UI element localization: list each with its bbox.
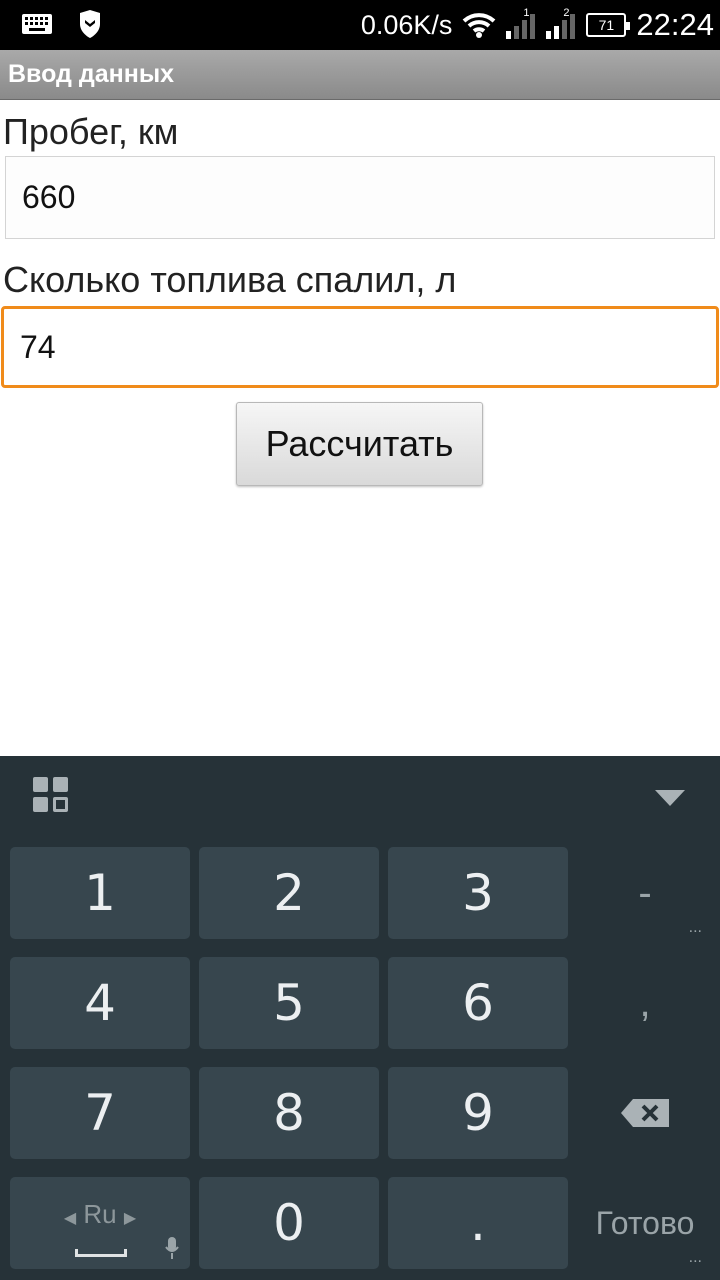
sim1-label: 1 [523,7,530,19]
microphone-icon [165,1237,179,1259]
language-space-key[interactable]: ◀ Ru ▶ [10,1177,190,1269]
key-2[interactable]: 2 [199,847,379,939]
key-5[interactable]: 5 [199,957,379,1049]
battery-icon: 71 [586,13,631,37]
numeric-keyboard: 1 2 3 - ... 4 5 6 , 7 8 9 ◀ Ru ▶ 0 . Гот… [0,756,720,1280]
shield-icon [80,10,100,38]
backspace-icon [621,1099,669,1127]
mileage-input[interactable]: 660 [5,156,715,239]
fuel-label: Сколько топлива спалил, л [3,259,457,300]
keyboard-menu-icon[interactable] [33,777,69,813]
more-dots: ... [688,1249,702,1266]
fuel-input[interactable]: 74 [1,306,719,388]
battery-level: 71 [598,17,615,33]
more-dots: ... [688,919,702,936]
key-7[interactable]: 7 [10,1067,190,1159]
key-0[interactable]: 0 [199,1177,379,1269]
key-1[interactable]: 1 [10,847,190,939]
key-3[interactable]: 3 [388,847,568,939]
signal-icon [506,14,536,39]
key-6[interactable]: 6 [388,957,568,1049]
key-8[interactable]: 8 [199,1067,379,1159]
language-switch: ◀ Ru ▶ [10,1199,190,1230]
status-bar: 0.06K/s 1 2 71 22:24 [0,0,720,50]
key-minus[interactable]: - ... [580,847,710,939]
key-period[interactable]: . [388,1177,568,1269]
sim2-label: 2 [563,7,570,19]
backspace-key[interactable] [580,1067,710,1159]
hide-keyboard-icon[interactable] [655,790,685,806]
signal-sim1: 1 [506,7,536,39]
mileage-label: Пробег, км [3,111,179,152]
spacebar-icon [75,1249,127,1257]
clock: 22:24 [636,7,714,42]
done-key[interactable]: Готово ... [580,1177,710,1269]
key-9[interactable]: 9 [388,1067,568,1159]
page-title: Ввод данных [8,60,175,88]
key-4[interactable]: 4 [10,957,190,1049]
chevron-left-icon: ◀ [63,1210,77,1227]
done-label: Готово [595,1204,695,1241]
wifi-icon [463,13,496,38]
minus-label: - [638,870,652,915]
signal-sim2: 2 [546,7,576,39]
title-bar: Ввод данных [0,50,720,100]
key-comma[interactable]: , [580,957,710,1049]
network-speed: 0.06K/s [360,9,453,40]
calculate-button[interactable]: Рассчитать [236,402,483,486]
keyboard-notification-icon [22,14,52,34]
signal-icon [546,14,576,39]
language-label: Ru [83,1199,117,1229]
chevron-right-icon: ▶ [123,1210,137,1227]
comma-label: , [639,980,651,1025]
